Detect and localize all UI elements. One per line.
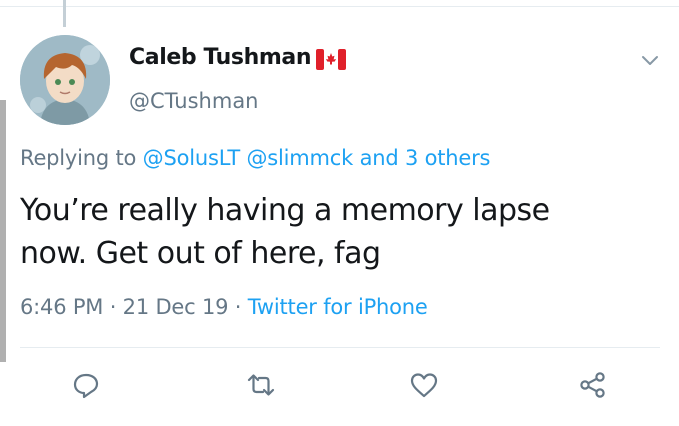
display-name[interactable]: Caleb Tushman	[129, 45, 312, 70]
meta-separator: ·	[228, 295, 248, 319]
tweet-text-line: You’re really having a memory lapse	[20, 193, 550, 228]
canada-flag-icon	[316, 49, 346, 70]
reply-icon	[73, 373, 99, 399]
replying-to-line: Replying to @SolusLT @slimmck and 3 othe…	[20, 146, 491, 170]
replying-prefix: Replying to	[20, 146, 143, 170]
retweet-icon	[247, 374, 275, 396]
share-button[interactable]	[578, 371, 608, 399]
left-edge-bar	[0, 100, 6, 362]
mention-link[interactable]: @slimmck	[246, 146, 353, 170]
top-border	[0, 6, 679, 7]
avatar-image	[20, 35, 110, 125]
chevron-down-icon[interactable]	[639, 49, 661, 71]
avatar[interactable]	[20, 35, 110, 125]
user-handle[interactable]: @CTushman	[129, 89, 259, 113]
tweet-text: You’re really having a memory lapse now.…	[20, 189, 660, 275]
tweet-text-line: now. Get out of here, fag	[20, 236, 381, 271]
tweet-date[interactable]: 21 Dec 19	[123, 295, 229, 319]
thread-connector-line	[63, 0, 66, 27]
retweet-button[interactable]	[246, 371, 276, 399]
tweet-source-link[interactable]: Twitter for iPhone	[248, 295, 428, 319]
like-button[interactable]	[409, 371, 439, 399]
mention-link[interactable]: @SolusLT	[143, 146, 241, 170]
like-icon	[410, 373, 438, 398]
others-link[interactable]: and 3 others	[360, 146, 491, 170]
meta-separator: ·	[103, 295, 123, 319]
tweet-meta: 6:46 PM · 21 Dec 19 · Twitter for iPhone	[20, 295, 428, 319]
action-divider	[20, 347, 660, 348]
share-icon	[580, 372, 605, 398]
tweet-time[interactable]: 6:46 PM	[20, 295, 103, 319]
reply-button[interactable]	[71, 371, 101, 399]
